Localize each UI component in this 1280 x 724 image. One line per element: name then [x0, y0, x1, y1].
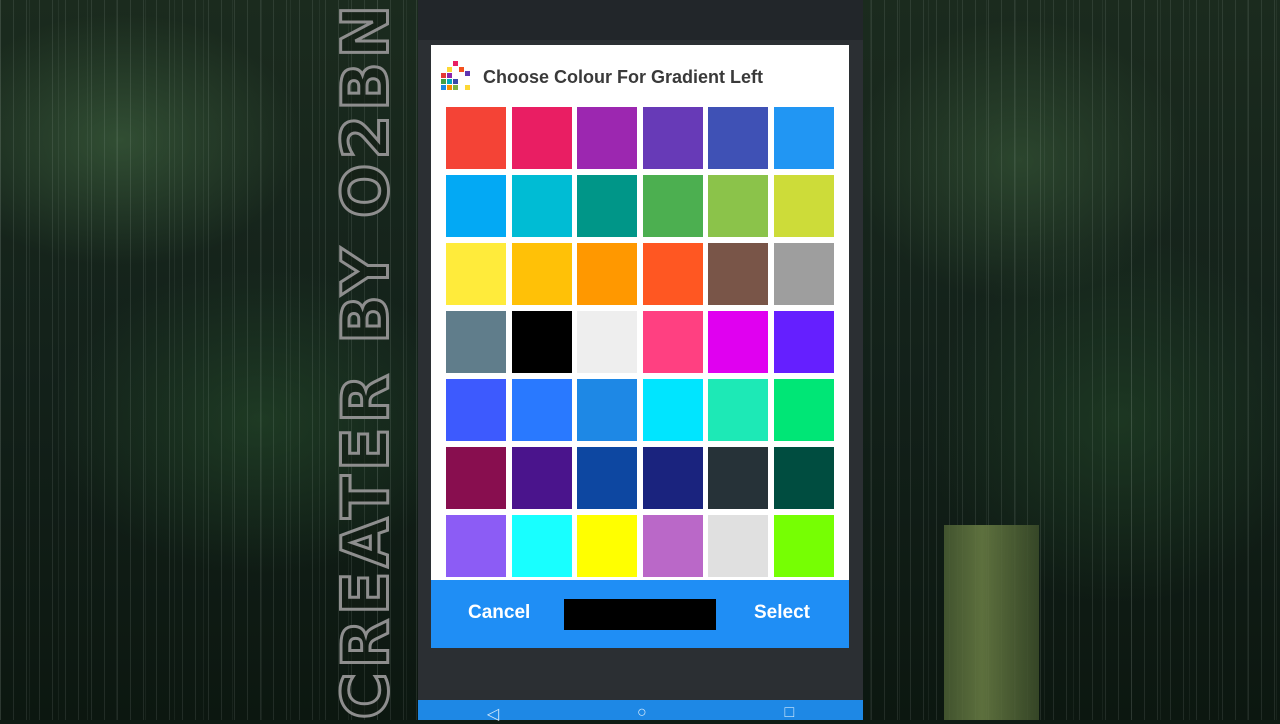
color-swatch[interactable] [773, 175, 834, 237]
color-swatch[interactable] [577, 243, 637, 305]
recents-icon[interactable]: □ [784, 704, 794, 722]
color-swatch[interactable] [577, 311, 637, 373]
color-swatch[interactable] [708, 175, 768, 237]
color-swatch[interactable] [446, 107, 506, 169]
color-swatch[interactable] [511, 107, 572, 169]
color-swatch[interactable] [708, 243, 768, 305]
color-swatch[interactable] [577, 515, 637, 577]
color-swatch[interactable] [511, 175, 572, 237]
color-swatch[interactable] [446, 243, 506, 305]
color-swatch[interactable] [577, 447, 637, 509]
stone-pillar [944, 525, 1039, 720]
phone-status-area [418, 0, 863, 40]
color-picker-dialog: Choose Colour For Gradient Left Cancel S… [431, 45, 849, 648]
color-swatch[interactable] [577, 175, 637, 237]
color-swatch[interactable] [642, 175, 703, 237]
dialog-title: Choose Colour For Gradient Left [483, 66, 764, 87]
color-swatch[interactable] [642, 311, 703, 373]
color-swatch[interactable] [577, 379, 637, 441]
color-swatch[interactable] [708, 447, 768, 509]
cancel-button[interactable]: Cancel [468, 602, 530, 624]
color-swatch-grid [446, 107, 834, 577]
color-swatch[interactable] [642, 515, 703, 577]
color-swatch[interactable] [642, 107, 703, 169]
color-swatch[interactable] [642, 447, 703, 509]
color-swatch[interactable] [773, 107, 834, 169]
color-swatch[interactable] [511, 243, 572, 305]
color-swatch[interactable] [577, 107, 637, 169]
color-swatch[interactable] [446, 311, 506, 373]
color-palette-icon [439, 59, 475, 95]
dialog-header: Choose Colour For Gradient Left [439, 59, 763, 95]
color-swatch[interactable] [511, 311, 572, 373]
color-swatch[interactable] [773, 515, 834, 577]
color-swatch[interactable] [446, 175, 506, 237]
color-swatch[interactable] [708, 107, 768, 169]
color-swatch[interactable] [511, 447, 572, 509]
color-swatch[interactable] [708, 515, 768, 577]
selected-color-preview [564, 599, 716, 630]
color-swatch[interactable] [773, 379, 834, 441]
color-swatch[interactable] [446, 379, 506, 441]
dialog-footer: Cancel Select [431, 580, 849, 648]
color-swatch[interactable] [642, 379, 703, 441]
home-icon[interactable]: ○ [637, 704, 647, 722]
color-swatch[interactable] [773, 243, 834, 305]
watermark: CREATER BY O2BN [326, 0, 406, 721]
color-swatch[interactable] [773, 311, 834, 373]
color-swatch[interactable] [446, 515, 506, 577]
color-swatch[interactable] [642, 243, 703, 305]
color-swatch[interactable] [708, 311, 768, 373]
watermark-text: CREATER BY O2BN [328, 0, 405, 721]
color-swatch[interactable] [511, 515, 572, 577]
color-swatch[interactable] [708, 379, 768, 441]
navigation-bar: ◁ ○ □ [418, 700, 863, 723]
select-button[interactable]: Select [754, 602, 810, 624]
color-swatch[interactable] [511, 379, 572, 441]
back-icon[interactable]: ◁ [487, 704, 499, 724]
color-swatch[interactable] [446, 447, 506, 509]
color-swatch[interactable] [773, 447, 834, 509]
